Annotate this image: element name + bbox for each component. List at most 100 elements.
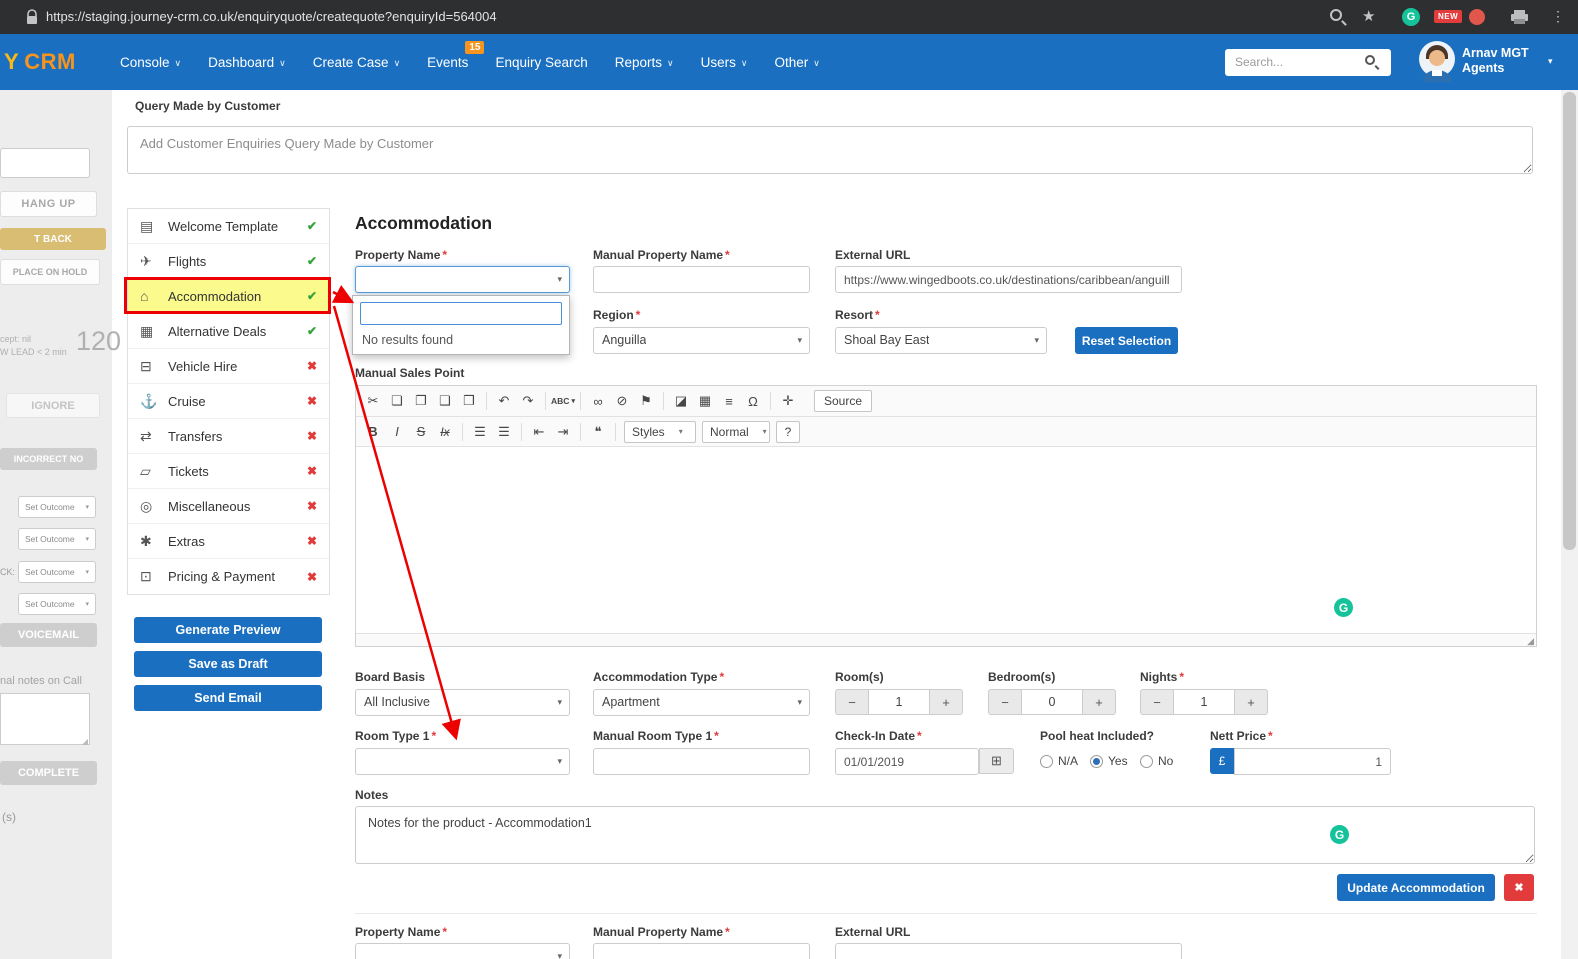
menu-item-cruise[interactable]: ⚓ Cruise ✖	[128, 384, 329, 419]
call-panel-field[interactable]	[0, 148, 90, 178]
minus-button[interactable]: −	[835, 689, 868, 715]
spellcheck-icon[interactable]: ABC▾	[551, 389, 575, 413]
board-basis-select[interactable]: All Inclusive ▾	[355, 689, 570, 716]
ignore-button[interactable]: IGNORE	[6, 393, 100, 418]
menu-item-welcome-template[interactable]: ▤ Welcome Template ✔	[128, 209, 329, 244]
menu-item-alternative-deals[interactable]: ▦ Alternative Deals ✔	[128, 314, 329, 349]
menu-item-pricing-payment[interactable]: ⊡ Pricing & Payment ✖	[128, 559, 329, 594]
editor-body[interactable]	[356, 447, 1536, 633]
anchor-flag-icon[interactable]: ⚑	[634, 389, 658, 413]
generate-preview-button[interactable]: Generate Preview	[134, 617, 322, 643]
set-outcome-dropdown[interactable]: Set Outcome▾	[18, 496, 96, 518]
menu-item-vehicle-hire[interactable]: ⊟ Vehicle Hire ✖	[128, 349, 329, 384]
menu-item-accommodation[interactable]: ⌂ Accommodation ✔	[128, 279, 329, 314]
format-dropdown[interactable]: Normal▾	[702, 421, 770, 443]
rooms-value[interactable]: 1	[868, 689, 930, 715]
italic-button[interactable]: I	[385, 420, 409, 444]
send-email-button[interactable]: Send Email	[134, 685, 322, 711]
notes-textarea[interactable]: Notes for the product - Accommodation1	[355, 806, 1535, 864]
copy-icon[interactable]: ❏	[385, 389, 409, 413]
manual-property-name-input[interactable]	[593, 266, 810, 293]
search-input[interactable]	[1235, 49, 1363, 74]
zoom-icon[interactable]	[1330, 9, 1342, 21]
accommodation-type-select[interactable]: Apartment ▾	[593, 689, 810, 716]
bedrooms-value[interactable]: 0	[1021, 689, 1083, 715]
search-icon[interactable]	[1365, 55, 1375, 65]
room-type-select[interactable]: ▾	[355, 748, 570, 775]
grammarly-extension-icon[interactable]: G	[1402, 8, 1420, 26]
source-button[interactable]: Source	[814, 390, 872, 412]
plus-button[interactable]: +	[930, 689, 963, 715]
update-accommodation-button[interactable]: Update Accommodation	[1337, 874, 1495, 901]
paste-plain-text-icon[interactable]: ❑	[433, 389, 457, 413]
minus-button[interactable]: −	[1140, 689, 1173, 715]
save-as-draft-button[interactable]: Save as Draft	[134, 651, 322, 677]
new-extension-badge[interactable]: NEW	[1434, 10, 1462, 23]
property-name-select[interactable]: ▾	[355, 266, 570, 293]
maximize-icon[interactable]: ✛	[776, 389, 800, 413]
resort-select[interactable]: Shoal Bay East ▾	[835, 327, 1047, 354]
plus-button[interactable]: +	[1083, 689, 1116, 715]
set-outcome-dropdown[interactable]: Set Outcome▾	[18, 528, 96, 550]
unlink-icon[interactable]: ⊘	[610, 389, 634, 413]
remove-accommodation-button[interactable]: ✖	[1504, 874, 1534, 901]
pool-heat-no-radio[interactable]: No	[1140, 754, 1173, 768]
query-textarea[interactable]	[127, 126, 1533, 174]
table-icon[interactable]: ▦	[693, 389, 717, 413]
menu-item-flights[interactable]: ✈ Flights ✔	[128, 244, 329, 279]
bold-button[interactable]: B	[361, 420, 385, 444]
nav-item-other[interactable]: Other ∨	[774, 55, 819, 70]
place-on-hold-button[interactable]: PLACE ON HOLD	[0, 259, 100, 285]
bookmark-star-icon[interactable]: ★	[1362, 7, 1375, 25]
region-select[interactable]: Anguilla ▾	[593, 327, 810, 354]
nav-item-events[interactable]: Events 15	[427, 55, 468, 70]
menu-item-transfers[interactable]: ⇄ Transfers ✖	[128, 419, 329, 454]
property-name-select-2[interactable]: ▾	[355, 943, 570, 959]
plus-button[interactable]: +	[1235, 689, 1268, 715]
pool-heat-na-radio[interactable]: N/A	[1040, 754, 1078, 768]
cut-icon[interactable]: ✂	[361, 389, 385, 413]
nav-item-console[interactable]: Console ∨	[120, 55, 181, 70]
voicemail-button[interactable]: VOICEMAIL	[0, 623, 97, 647]
brand-logo[interactable]: YCRM	[4, 34, 76, 90]
special-character-icon[interactable]: Ω	[741, 389, 765, 413]
incorrect-no-button[interactable]: INCORRECT NO	[0, 448, 97, 470]
calendar-button[interactable]: ⊞	[979, 748, 1014, 774]
avatar[interactable]	[1418, 40, 1456, 82]
horizontal-rule-icon[interactable]: ≡	[717, 389, 741, 413]
reset-selection-button[interactable]: Reset Selection	[1075, 327, 1178, 354]
user-menu[interactable]: Arnav MGT Agents	[1462, 46, 1529, 76]
call-notes-textarea[interactable]: ◢	[0, 693, 90, 745]
complete-button[interactable]: COMPLETE	[0, 761, 97, 785]
nights-value[interactable]: 1	[1173, 689, 1235, 715]
call-back-button[interactable]: T BACK	[0, 228, 106, 250]
radio-circle[interactable]	[1090, 755, 1103, 768]
external-url-input-2[interactable]	[835, 943, 1182, 959]
nav-item-reports[interactable]: Reports ∨	[615, 55, 674, 70]
set-outcome-dropdown[interactable]: Set Outcome▾	[18, 593, 96, 615]
strikethrough-button[interactable]: S	[409, 420, 433, 444]
grammarly-widget-icon[interactable]: G	[1334, 598, 1353, 617]
menu-item-extras[interactable]: ✱ Extras ✖	[128, 524, 329, 559]
menu-item-tickets[interactable]: ▱ Tickets ✖	[128, 454, 329, 489]
nav-item-dashboard[interactable]: Dashboard ∨	[208, 55, 286, 70]
undo-icon[interactable]: ↶	[492, 389, 516, 413]
dropdown-search-input[interactable]	[360, 302, 562, 325]
chevron-down-icon[interactable]: ▾	[1548, 56, 1553, 67]
scrollbar-thumb[interactable]	[1563, 92, 1576, 550]
nav-item-users[interactable]: Users ∨	[701, 55, 748, 70]
blockquote-button[interactable]: ❝	[586, 420, 610, 444]
resize-handle-icon[interactable]: ◢	[82, 737, 88, 746]
nett-price-input[interactable]	[1234, 748, 1391, 775]
radio-circle[interactable]	[1140, 755, 1153, 768]
radio-circle[interactable]	[1040, 755, 1053, 768]
menu-item-miscellaneous[interactable]: ◎ Miscellaneous ✖	[128, 489, 329, 524]
about-button[interactable]: ?	[776, 421, 800, 443]
nav-item-create-case[interactable]: Create Case ∨	[313, 55, 400, 70]
outdent-button[interactable]: ⇤	[527, 420, 551, 444]
image-icon[interactable]: ◪	[669, 389, 693, 413]
page-scrollbar[interactable]	[1561, 90, 1578, 959]
minus-button[interactable]: −	[988, 689, 1021, 715]
resize-handle-icon[interactable]: ◢	[1527, 636, 1534, 647]
redo-icon[interactable]: ↷	[516, 389, 540, 413]
